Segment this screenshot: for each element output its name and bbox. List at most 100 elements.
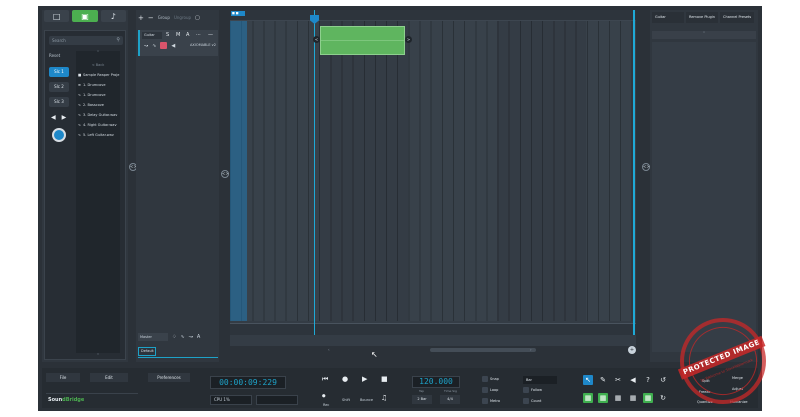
- bounce-button[interactable]: Bounce: [360, 398, 373, 402]
- reset-button[interactable]: Reset: [49, 53, 60, 58]
- playhead[interactable]: [314, 10, 315, 335]
- zoom-fit-icon[interactable]: +: [628, 346, 636, 354]
- back-button[interactable]: < Back: [76, 63, 120, 67]
- remove-track-icon[interactable]: −: [148, 14, 154, 22]
- automation-button[interactable]: A: [186, 32, 189, 38]
- time-display[interactable]: 00:00:09:229: [210, 376, 286, 389]
- stop-icon[interactable]: ■: [381, 375, 388, 383]
- group-button[interactable]: Group: [158, 15, 170, 20]
- song-end-marker[interactable]: [633, 10, 635, 335]
- edit-mode-1-icon[interactable]: ▦: [583, 393, 593, 403]
- master-automation-button[interactable]: A: [197, 334, 200, 340]
- list-item[interactable]: ≡ 1. Drumcove: [78, 83, 122, 87]
- metro-toggle[interactable]: Metro: [482, 398, 500, 404]
- time-signature-select[interactable]: 4/4: [440, 395, 460, 404]
- edit-mode-5-icon[interactable]: ▦: [643, 393, 653, 403]
- slot-2-button[interactable]: Slc 2: [49, 82, 69, 92]
- audio-clip[interactable]: [320, 26, 405, 55]
- list-item[interactable]: ■ Sample Reaper Proje: [78, 73, 122, 77]
- edit-mode-2-icon[interactable]: ▦: [598, 393, 608, 403]
- route-icon[interactable]: ↝: [189, 334, 193, 340]
- remove-plugin-button[interactable]: Remove Plugin: [686, 12, 719, 23]
- follow-toggle[interactable]: Follow: [523, 387, 542, 393]
- redo-icon[interactable]: ↻: [658, 393, 668, 403]
- master-lane[interactable]: [230, 323, 636, 335]
- fx-icon[interactable]: ♢: [172, 334, 176, 340]
- bar-count-select[interactable]: 2 Bar: [412, 395, 432, 404]
- snap-toggle[interactable]: Snap: [482, 376, 499, 382]
- more-icon[interactable]: ⋯: [196, 32, 201, 38]
- arrange-view[interactable]: ■ ■ < >: [230, 10, 636, 350]
- record-icon[interactable]: ⏺: [322, 392, 326, 401]
- rewind-icon[interactable]: ⏮: [322, 375, 328, 384]
- instrument-name[interactable]: AXIOMABLE v2: [190, 43, 216, 47]
- arrange-grid[interactable]: [230, 21, 636, 321]
- clip-prev-icon[interactable]: <: [313, 36, 320, 43]
- disc-icon[interactable]: [52, 128, 66, 142]
- collapse-tracks-handle[interactable]: <>: [221, 170, 229, 178]
- keyboard-icon[interactable]: ▦: [628, 393, 638, 403]
- play-icon[interactable]: ▶: [62, 114, 67, 121]
- master-name[interactable]: Master: [138, 333, 168, 341]
- horizontal-scrollbar[interactable]: ‹ › +: [230, 346, 636, 354]
- search-icon[interactable]: ⚲: [116, 36, 120, 45]
- pencil-tool-icon[interactable]: ✎: [598, 375, 608, 385]
- mute-button[interactable]: M: [176, 32, 180, 38]
- play-icon[interactable]: ▶: [362, 375, 367, 383]
- list-item[interactable]: ∿ 2. Basscove: [78, 103, 122, 107]
- envelope-icon[interactable]: ∿: [180, 334, 184, 340]
- add-track-icon[interactable]: +: [138, 14, 144, 22]
- snap-value-select[interactable]: Bar: [523, 376, 557, 384]
- plugin-rack[interactable]: [652, 42, 756, 352]
- menu-file[interactable]: File: [46, 373, 80, 382]
- list-item[interactable]: ∿ 3. Delay Guitar.wav: [78, 113, 122, 117]
- tempo-display[interactable]: 120.000: [412, 376, 460, 388]
- countin-toggle[interactable]: Count: [523, 398, 541, 404]
- clip-next-icon[interactable]: >: [405, 36, 412, 43]
- solo-button[interactable]: S: [166, 32, 169, 38]
- metronome-icon[interactable]: ♫: [381, 394, 387, 402]
- chevron-up-icon[interactable]: ˆ: [652, 31, 756, 39]
- loop-marker[interactable]: ■ ■: [231, 11, 245, 16]
- scroll-left-icon[interactable]: ‹: [328, 347, 330, 352]
- fx-icon[interactable]: ↝: [144, 43, 148, 49]
- tab-track-name[interactable]: Guitar: [652, 12, 684, 23]
- record-arm-button[interactable]: [160, 42, 168, 49]
- scroll-right-icon[interactable]: ›: [530, 347, 532, 352]
- shift-button[interactable]: Shift: [342, 398, 350, 402]
- track-name-field[interactable]: Guitar: [142, 32, 162, 39]
- menu-preferences[interactable]: Preferences: [148, 373, 190, 382]
- mixer-icon[interactable]: □: [44, 10, 70, 22]
- slot-1-button[interactable]: Slc 1: [49, 67, 69, 77]
- pointer-tool-icon[interactable]: ↖: [583, 375, 593, 385]
- slot-3-button[interactable]: Slc 3: [49, 97, 69, 107]
- loop-range[interactable]: [230, 21, 247, 321]
- speaker-icon[interactable]: ◀: [51, 114, 56, 121]
- edit-mode-3-icon[interactable]: ▦: [613, 393, 623, 403]
- chevron-up-icon[interactable]: ˆ: [76, 51, 120, 59]
- trash-icon[interactable]: ▢: [195, 15, 200, 21]
- mute-tool-icon[interactable]: ◀: [628, 375, 638, 385]
- scroll-thumb[interactable]: [430, 348, 536, 352]
- channel-presets-button[interactable]: Channel Presets: [720, 12, 755, 23]
- envelope-icon[interactable]: ∿: [152, 43, 156, 49]
- menu-edit[interactable]: Edit: [90, 373, 128, 382]
- search-input[interactable]: Search ⚲: [49, 36, 123, 45]
- split-tool-icon[interactable]: ✂: [613, 375, 623, 385]
- loop-toggle[interactable]: Loop: [482, 387, 498, 393]
- stop-circle-icon[interactable]: ●: [342, 375, 348, 383]
- timeline-ruler[interactable]: ■ ■: [230, 10, 636, 21]
- image-icon[interactable]: ▣: [72, 10, 98, 22]
- help-icon[interactable]: ?: [643, 375, 653, 385]
- chevron-down-icon[interactable]: ˇ: [76, 354, 120, 360]
- undo-icon[interactable]: ↺: [658, 375, 668, 385]
- guitar-icon[interactable]: ♪: [100, 10, 126, 22]
- list-item[interactable]: ∿ 5. Left Guitar.wav: [78, 133, 122, 137]
- speaker-icon[interactable]: ◀: [171, 43, 175, 49]
- list-item[interactable]: ∿ 4. Right Guitar.wav: [78, 123, 122, 127]
- tab-default[interactable]: Default: [138, 347, 156, 356]
- track-header-guitar[interactable]: Guitar S M A ⋯ — ↝ ∿ ◀ AXIOMABLE v2: [138, 30, 218, 56]
- collapse-inspector-handle[interactable]: <>: [642, 163, 650, 171]
- list-item[interactable]: ∿ 1. Drumcove: [78, 93, 122, 97]
- ungroup-button[interactable]: Ungroup: [174, 15, 191, 20]
